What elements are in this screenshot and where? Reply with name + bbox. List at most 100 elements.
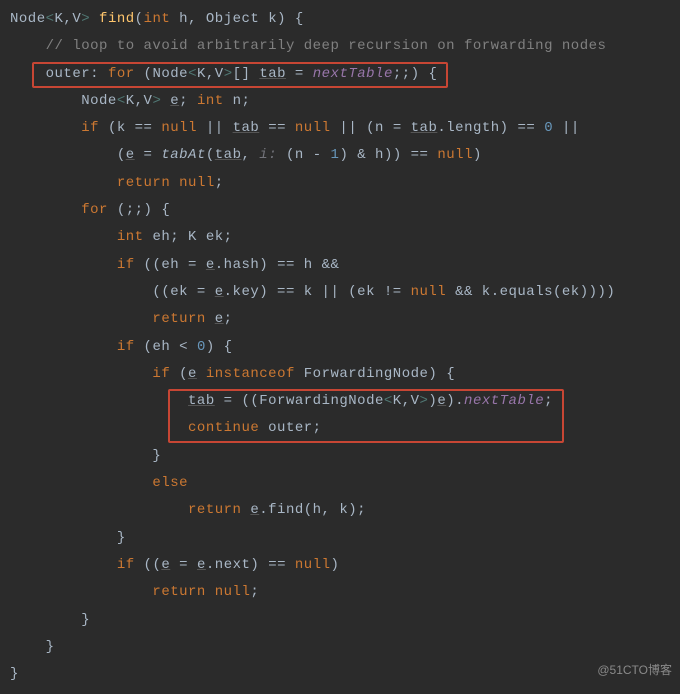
code-token	[10, 584, 152, 600]
code-token: ;	[250, 584, 259, 600]
code-token	[10, 38, 46, 54]
code-token: if	[152, 366, 179, 382]
code-token: e	[170, 93, 179, 109]
code-token: if	[117, 257, 144, 273]
code-token: tab	[411, 120, 438, 136]
watermark-text: @51CTO博客	[597, 659, 672, 682]
code-token: ;	[215, 175, 224, 191]
code-token: tab	[259, 66, 286, 82]
code-line: outer: for (Node<K,V>[] tab = nextTable;…	[10, 66, 437, 82]
code-token: || (n =	[331, 120, 411, 136]
code-token: ) {	[277, 11, 304, 27]
code-token: ;	[544, 393, 553, 409]
code-token: <	[46, 11, 55, 27]
code-token: e	[161, 557, 170, 573]
code-token: instanceof	[206, 366, 304, 382]
code-token: outer	[46, 66, 91, 82]
code-token: ,	[188, 11, 206, 27]
code-token: e	[197, 557, 206, 573]
code-token: 0	[544, 120, 553, 136]
code-line: if (eh < 0) {	[10, 339, 233, 355]
code-token	[10, 93, 81, 109]
code-token: <	[188, 66, 197, 82]
code-token: V	[72, 11, 81, 27]
code-token: V	[215, 66, 224, 82]
code-token: K	[188, 229, 206, 245]
code-token: ((eh =	[144, 257, 206, 273]
code-token: if	[81, 120, 108, 136]
code-token: .key) == k || (ek !=	[224, 284, 411, 300]
code-token: ) {	[206, 339, 233, 355]
code-token: = ((ForwardingNode	[215, 393, 384, 409]
code-token	[10, 420, 188, 436]
code-token: <	[384, 393, 393, 409]
code-token: =	[170, 557, 197, 573]
code-token	[10, 311, 152, 327]
code-token: ;	[224, 311, 233, 327]
code-token	[10, 202, 81, 218]
code-token: e	[215, 311, 224, 327]
code-token: e	[206, 257, 215, 273]
code-token: (	[206, 147, 215, 163]
code-token: =	[135, 147, 162, 163]
code-line: continue outer;	[10, 420, 322, 436]
code-line: if (e instanceof ForwardingNode) {	[10, 366, 455, 382]
code-line: Node<K,V> find(int h, Object k) {	[10, 11, 304, 27]
code-token: e	[437, 393, 446, 409]
code-token: nextTable	[313, 66, 393, 82]
code-token: ;	[179, 93, 197, 109]
code-token: // loop to avoid arbitrarily deep recurs…	[46, 38, 607, 54]
code-token: null	[161, 120, 197, 136]
code-line: tab = ((ForwardingNode<K,V>)e).nextTable…	[10, 393, 553, 409]
code-line: }	[10, 530, 126, 546]
code-token: )	[331, 557, 340, 573]
code-token: }	[10, 639, 55, 655]
code-token: find	[99, 11, 135, 27]
code-token	[10, 120, 81, 136]
code-token: ;;	[393, 66, 411, 82]
code-token: null	[295, 120, 331, 136]
code-token: return	[117, 175, 179, 191]
code-token: (	[179, 366, 188, 382]
code-token: null	[437, 147, 473, 163]
code-token: ,	[402, 393, 411, 409]
code-token: >	[81, 11, 90, 27]
code-token: ForwardingNode) {	[304, 366, 455, 382]
code-token: if	[117, 557, 144, 573]
code-token: ((ek =	[10, 284, 215, 300]
code-token	[10, 393, 188, 409]
code-line: return e.find(h, k);	[10, 502, 366, 518]
code-token	[197, 366, 206, 382]
code-token	[10, 66, 46, 82]
code-token	[10, 475, 152, 491]
code-token: }	[10, 530, 126, 546]
code-line: Node<K,V> e; int n;	[10, 93, 250, 109]
code-token: && k.equals(ek))))	[446, 284, 615, 300]
code-token: K	[197, 66, 206, 82]
code-token: null	[179, 175, 215, 191]
code-token: e	[188, 366, 197, 382]
code-token: K	[393, 393, 402, 409]
code-token: return	[152, 311, 214, 327]
code-token	[10, 257, 117, 273]
code-token: )	[428, 393, 437, 409]
code-token: tab	[215, 147, 242, 163]
code-line: else	[10, 475, 188, 491]
code-token: 0	[197, 339, 206, 355]
code-token: }	[10, 448, 161, 464]
code-token	[90, 11, 99, 27]
code-token: []	[233, 66, 260, 82]
code-token: :	[90, 66, 108, 82]
code-token	[10, 339, 117, 355]
code-token: null	[295, 557, 331, 573]
code-token: e	[126, 147, 135, 163]
code-line: if ((eh = e.hash) == h &&	[10, 257, 339, 273]
code-token	[10, 366, 152, 382]
code-token: (eh <	[144, 339, 197, 355]
code-token: >	[224, 66, 233, 82]
code-token: tabAt	[161, 147, 206, 163]
code-token: ,	[135, 93, 144, 109]
code-line: }	[10, 448, 161, 464]
code-token: ek;	[206, 229, 233, 245]
code-token: (n -	[286, 147, 331, 163]
